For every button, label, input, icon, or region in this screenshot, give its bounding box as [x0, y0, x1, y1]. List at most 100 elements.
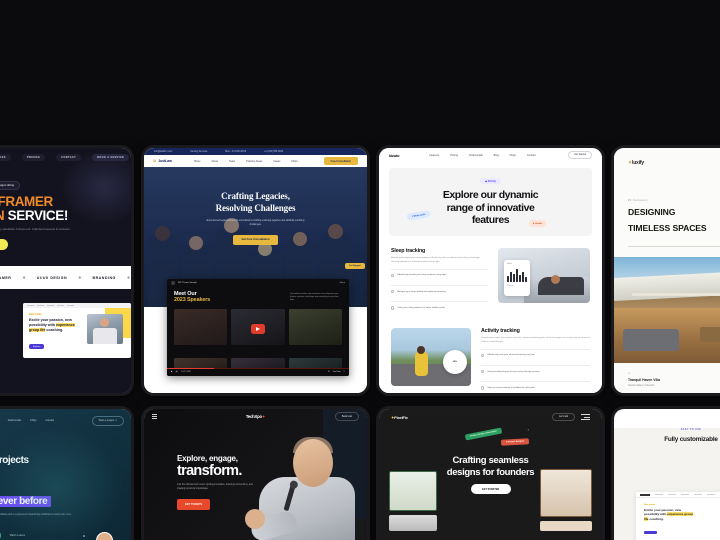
hero-heading-line1: Crafting Legacies, — [221, 191, 290, 201]
video-controls[interactable]: ▶ 🔊 1:07 / 8:34 ⚙ YouTube ⛶ — [167, 368, 349, 376]
mockup-button[interactable]: Explore — [29, 343, 45, 350]
feature-title: Sleep tracking — [391, 248, 426, 254]
template-card-framer-subscription[interactable]: SERVICES PRICING CONTACT BOOK A SERVICE … — [0, 145, 134, 396]
hero-cta-button[interactable]: GET TICKETS — [177, 499, 211, 510]
share-button[interactable]: Share — [340, 282, 345, 284]
topbar-phone: +1 (415) 555-0182 — [264, 150, 284, 153]
speaker-thumb[interactable]: Mira McBethDesign Director, Nova Lab — [288, 308, 342, 345]
logo[interactable]: kizuto — [389, 153, 400, 158]
navbar: kizuto Features Pricing Testimonials Blo… — [379, 148, 602, 162]
nav-links: Features Pricing Testimonials Blog FAQs … — [429, 154, 535, 157]
hero-heading-line1: ITED FRAMER — [0, 193, 53, 209]
template-card-health-tracking[interactable]: kizuto Features Pricing Testimonials Blo… — [376, 145, 605, 396]
feature-list-item: Effortlessly track your all-around activ… — [481, 348, 590, 361]
nav-item-blog[interactable]: Blog — [494, 154, 499, 157]
portfolio-thumb[interactable] — [540, 521, 592, 531]
logo[interactable]: ⚖ JustLaw — [153, 159, 172, 163]
nav-item-services[interactable]: SERVICES — [0, 154, 11, 162]
hero-subtext: your creative needs. Quality standards. … — [0, 227, 71, 232]
spark-icon: ✦ — [261, 414, 266, 419]
nav-item-practice-areas[interactable]: Practice Areas — [246, 160, 262, 163]
hero-badge-label: 129 Designs Hiring — [0, 183, 15, 187]
check-icon — [391, 306, 395, 310]
logo[interactable]: ✦PixelFix — [391, 415, 408, 420]
nav-item-faqs[interactable]: FAQs — [510, 154, 516, 157]
hero-cta-button[interactable]: Get Free Consultation — [233, 234, 278, 245]
nav-cta-button[interactable]: Free Consultation — [323, 156, 358, 166]
volume-icon[interactable]: 🔊 — [176, 371, 179, 373]
sleep-widget: Sleep 7 hours — [504, 260, 530, 296]
nav-cta-button[interactable]: Start a project ↗ — [91, 416, 124, 426]
mockup-cta-button[interactable] — [644, 530, 657, 535]
menu-icon[interactable] — [581, 414, 590, 420]
progress-bar[interactable] — [167, 368, 349, 370]
hero-heading-line1: Explore, engage, — [177, 454, 238, 463]
video-player[interactable]: WP Theme Sample Share Meet Our 2023 Spea… — [167, 279, 349, 376]
portfolio-thumb[interactable] — [540, 469, 592, 517]
photo-caption: 01 Tranquil Haven Villa Newfoundland, Co… — [614, 373, 720, 387]
nav-item-contact[interactable]: Contact — [45, 419, 54, 422]
nav-item-contact[interactable]: Contact — [527, 154, 536, 157]
support-tab[interactable]: Get Support — [344, 263, 365, 269]
nav-item-features[interactable]: Features — [429, 154, 439, 157]
hero-cta-button[interactable]: GET STARTED — [470, 484, 511, 494]
template-card-law-firm[interactable]: info@lawfirm.com Serving the Area Mon - … — [141, 145, 370, 396]
nav-item-cases[interactable]: Cases — [273, 160, 280, 163]
portfolio-thumb[interactable] — [389, 515, 437, 531]
play-button-icon[interactable] — [251, 324, 265, 334]
fullscreen-icon[interactable]: ⛶ — [344, 371, 345, 373]
nav-cta-button[interactable]: Book now — [334, 412, 359, 421]
menu-icon[interactable] — [152, 413, 157, 420]
template-card-fully-customizable[interactable]: EASY TO USE Fully customizable New Insid… — [611, 406, 720, 540]
nav-cta-button[interactable]: Let's talk — [552, 412, 575, 422]
nav-item-about[interactable]: About — [211, 160, 218, 163]
page-title-line2: TIMELESS SPACES — [628, 222, 707, 233]
check-icon — [391, 290, 395, 294]
navbar: ng Pricing Testimonials FAQs Contact Sta… — [0, 409, 131, 426]
hero-badges: Product design subscription Full-stack d… — [379, 425, 602, 451]
badge-fullstack: Full-stack designer — [500, 438, 530, 446]
play-icon[interactable]: ▶ — [171, 371, 173, 373]
navbar: ⚖ JustLaw Home About Team Practice Areas … — [144, 155, 367, 167]
nav-item-testimonials[interactable]: Testimonials — [469, 154, 483, 157]
topbar: info@lawfirm.com Serving the Area Mon - … — [144, 148, 367, 155]
nav-item-pricing[interactable]: PRICING — [21, 154, 46, 162]
navbar: TechXpo✦ Book now — [144, 409, 367, 424]
hero-tag: ◆ All City — [480, 177, 501, 185]
page-title-line1: DESIGNING — [628, 207, 676, 217]
nav-cta-button[interactable]: Get Started — [568, 150, 592, 160]
portfolio-thumbs-right — [540, 469, 592, 535]
nav-item-pricing[interactable]: Pricing — [450, 154, 458, 157]
template-card-teal-projects[interactable]: ng Pricing Testimonials FAQs Contact Sta… — [0, 406, 134, 540]
topbar-email: info@lawfirm.com — [154, 150, 173, 153]
feature-list-item: Analyze your sleep quality with advanced… — [391, 285, 488, 297]
caption-title: Tranquil Haven Villa — [628, 378, 661, 383]
template-card-architecture-studio[interactable]: ✦luxify #1 Company DESIGNING TIMELESS SP… — [611, 145, 720, 396]
mockup-photo — [87, 314, 123, 344]
nav-item-faqs[interactable]: FAQs — [30, 419, 36, 422]
hero-heading-line3: features — [471, 213, 510, 226]
hero-subtext: Join the ultimate tech event, igniting i… — [177, 484, 253, 491]
template-card-techxpo-event[interactable]: TechXpo✦ Book now Explore, engage, trans… — [141, 406, 370, 540]
check-icon — [391, 273, 395, 278]
hero-cta-button[interactable]: See pricing plans — [0, 238, 9, 250]
hero-glow — [0, 427, 124, 540]
mockup-tag: New Inside — [644, 504, 655, 506]
nav-item-team[interactable]: Team — [229, 160, 235, 163]
feature-sleep-tracking: Sleep tracking Monitor and analyze your … — [391, 248, 590, 314]
nav-item-faqs[interactable]: FAQs — [291, 160, 297, 163]
logo[interactable]: ✦luxify — [614, 148, 720, 166]
topbar-hours: Mon - Fri 9:00-18:00 — [225, 150, 247, 153]
feature-body: Seamlessly monitor your various activiti… — [481, 336, 590, 343]
nav-item-testimonials[interactable]: Testimonials — [7, 419, 21, 422]
logo[interactable]: TechXpo✦ — [246, 414, 266, 419]
speaker-thumb[interactable]: Brad JohnsonConference Host — [174, 308, 228, 345]
sparkle-icon: ✦ — [527, 428, 530, 432]
nav-item-home[interactable]: Home — [194, 160, 201, 163]
portfolio-thumb[interactable] — [389, 471, 437, 511]
settings-icon[interactable]: ⚙ — [328, 371, 330, 373]
eyebrow: #1 Company — [628, 199, 649, 202]
feature-photo-sleep: Sleep 7 hours — [498, 248, 590, 303]
video-quality[interactable]: YouTube — [333, 371, 341, 373]
template-card-pixelfix-design[interactable]: ✦PixelFix Let's talk Product design subs… — [376, 406, 605, 540]
